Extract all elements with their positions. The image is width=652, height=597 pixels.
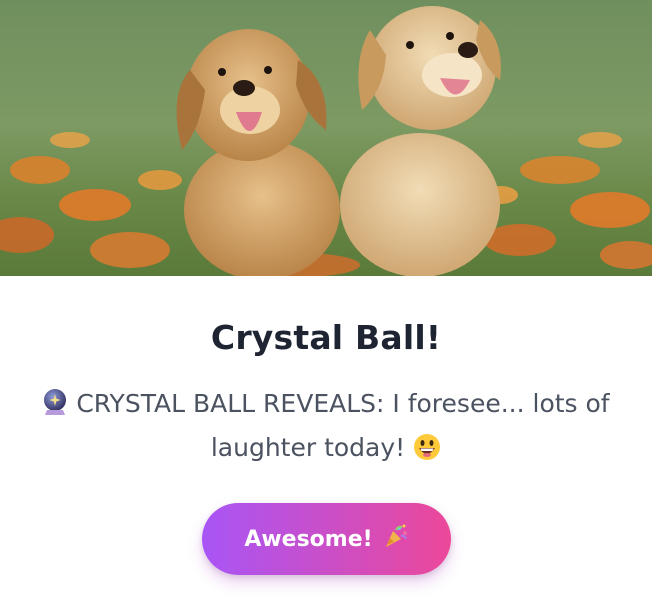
puppies-photo (0, 0, 652, 276)
dialog-title: Crystal Ball! (210, 318, 442, 357)
popup-card: Crystal Ball! CRYSTAL BALL REVEALS: I fo… (0, 0, 652, 597)
party-popper-icon (383, 523, 409, 555)
hero-image (0, 0, 652, 276)
crystal-ball-icon (42, 389, 76, 418)
fortune-message: CRYSTAL BALL REVEALS: I foresee... lots … (40, 382, 612, 470)
awesome-button-label: Awesome! (244, 526, 373, 552)
grinning-face-icon (413, 433, 441, 462)
awesome-button[interactable]: Awesome! (202, 503, 451, 575)
fortune-message-text: CRYSTAL BALL REVEALS: I foresee... lots … (76, 389, 610, 462)
